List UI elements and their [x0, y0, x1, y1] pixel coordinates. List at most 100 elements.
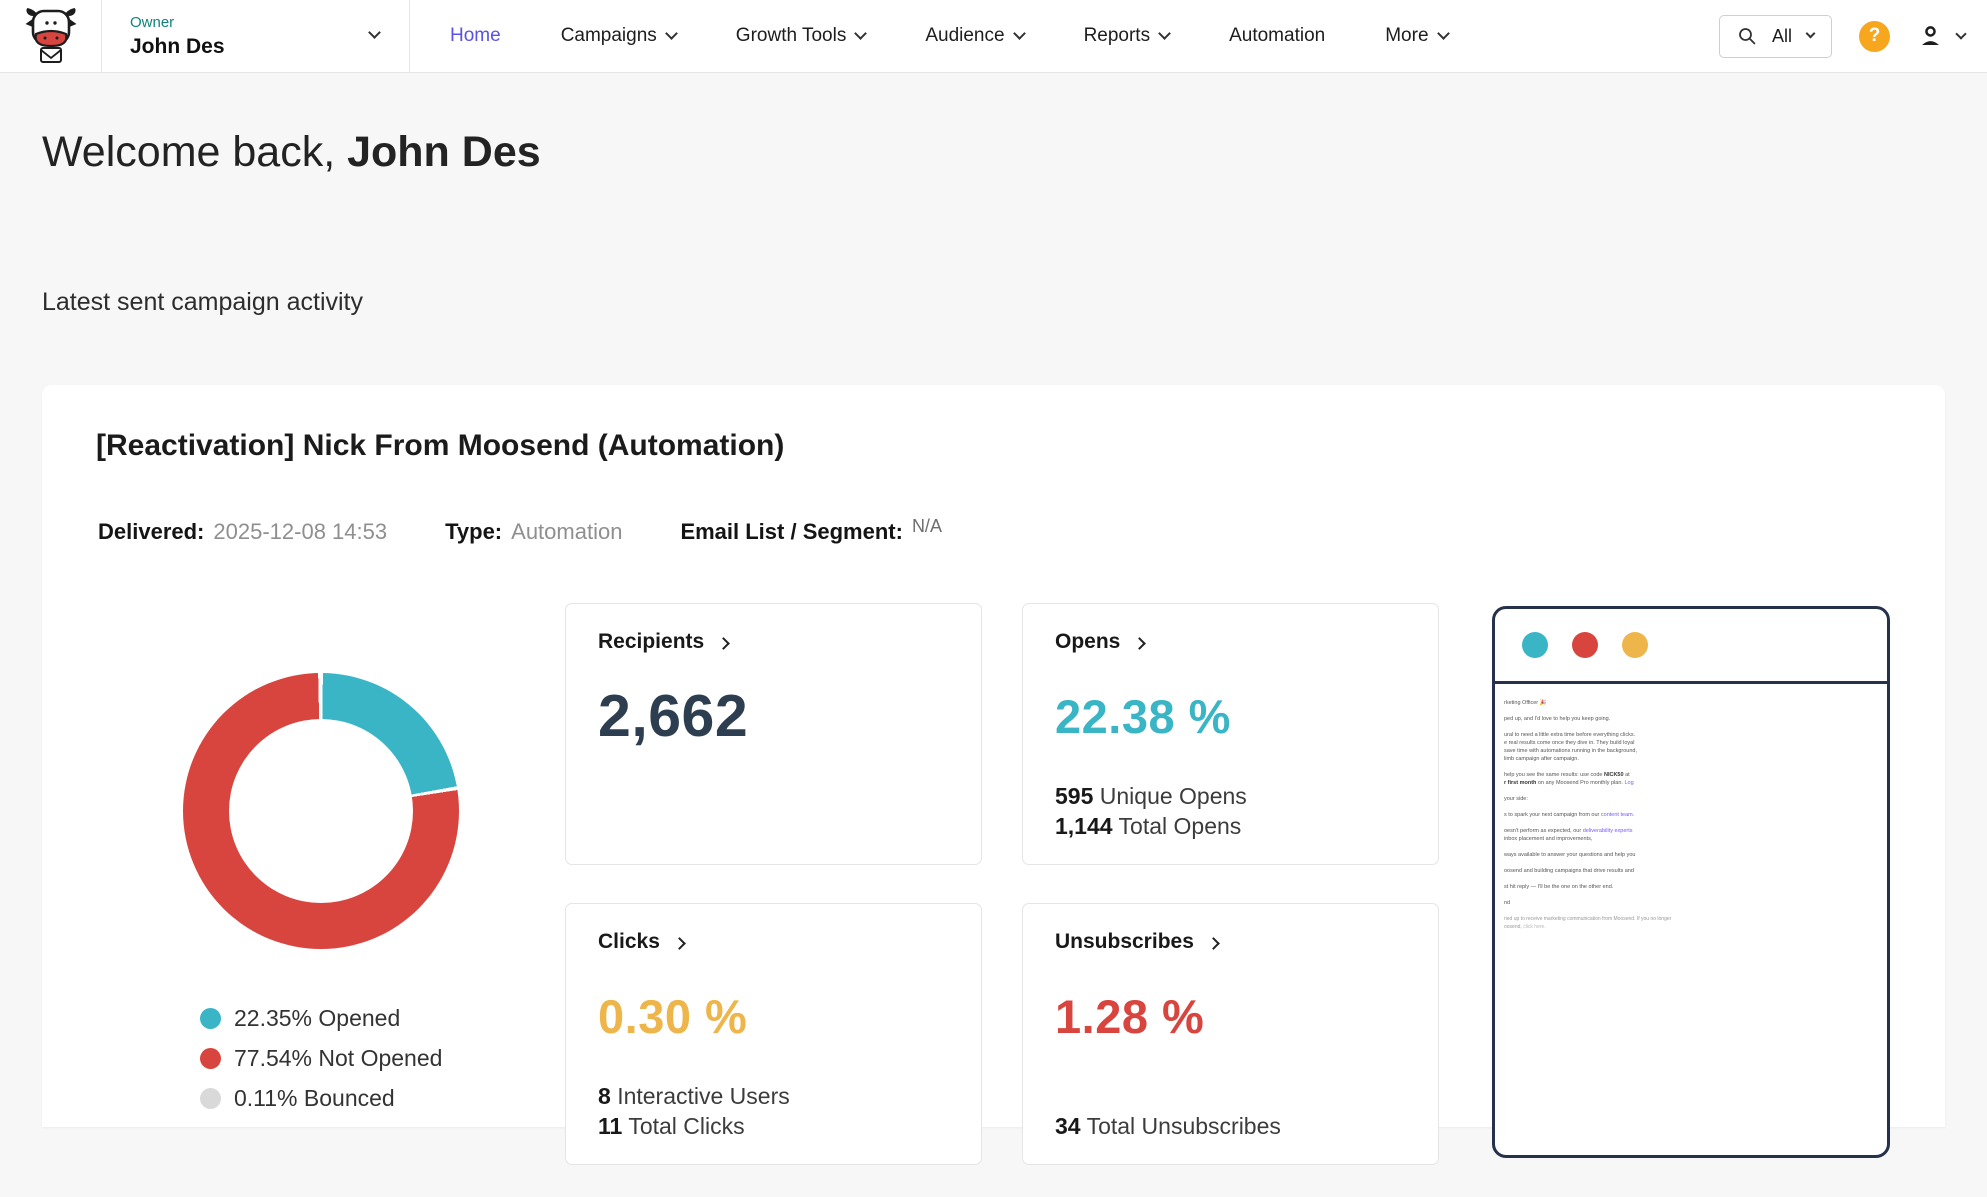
- user-icon: [1917, 23, 1944, 50]
- section-title: Latest sent campaign activity: [42, 287, 1945, 317]
- total-opens: 1,144 Total Opens: [1055, 813, 1406, 840]
- total-clicks: 11 Total Clicks: [598, 1113, 949, 1140]
- chevron-down-icon: [1806, 29, 1816, 39]
- search-scope-dropdown[interactable]: All: [1772, 26, 1792, 47]
- chevron-right-icon: [717, 637, 730, 650]
- unsubscribes-card: Unsubscribes 1.28 % 34 Total Unsubscribe…: [1022, 903, 1439, 1165]
- email-preview-line: [1504, 843, 1887, 851]
- nav-item-home[interactable]: Home: [420, 0, 531, 73]
- email-preview-line: [1504, 787, 1887, 795]
- email-preview-line: [1504, 803, 1887, 811]
- nav-item-label: Campaigns: [561, 25, 657, 47]
- nav-item-label: Automation: [1229, 25, 1325, 47]
- stats-grid: Recipients 2,662 Opens 22.38 % 595 Uniqu…: [565, 603, 1439, 1165]
- legend-dot-icon: [200, 1088, 221, 1109]
- account-menu[interactable]: [1917, 23, 1965, 50]
- chart-legend: 22.35% Opened 77.54% Not Opened 0.11% Boun…: [200, 1005, 442, 1112]
- email-preview-line: oesn't perform as expected, our delivera…: [1504, 827, 1887, 835]
- clicks-sublines: 8 Interactive Users 11 Total Clicks: [598, 1078, 949, 1140]
- owner-role-label: Owner: [130, 14, 225, 31]
- email-preview-thumbnail[interactable]: rketing Officer 🎉ped up, and I'd love to…: [1492, 606, 1890, 1158]
- window-dot-teal-icon: [1522, 632, 1548, 658]
- clicks-link[interactable]: Clicks: [598, 930, 949, 954]
- chevron-down-icon: [1437, 27, 1450, 40]
- window-dot-red-icon: [1572, 632, 1598, 658]
- legend-dot-icon: [200, 1048, 221, 1069]
- moosend-cow-icon: [24, 6, 78, 66]
- welcome-prefix: Welcome back,: [42, 128, 335, 176]
- unsubscribes-sublines: 34 Total Unsubscribes: [1055, 1078, 1406, 1140]
- nav-item-growth-tools[interactable]: Growth Tools: [706, 0, 896, 73]
- recipients-card: Recipients 2,662: [565, 603, 982, 865]
- meta-type: Type:Automation: [445, 519, 622, 545]
- owner-name: John Des: [130, 35, 225, 59]
- email-preview-line: e real results come once they dive in. T…: [1504, 739, 1887, 747]
- legend-item-opened: 22.35% Opened: [200, 1005, 442, 1032]
- email-preview-header: [1495, 609, 1887, 684]
- meta-delivered: Delivered:2025-12-08 14:53: [98, 519, 387, 545]
- chevron-down-icon: [1955, 28, 1966, 39]
- legend-item-bounced: 0.11% Bounced: [200, 1085, 442, 1112]
- account-switcher[interactable]: Owner John Des: [102, 0, 410, 72]
- nav-item-label: More: [1385, 25, 1428, 47]
- recipients-sublines: [598, 778, 949, 840]
- email-preview-line: oosend and building campaigns that drive…: [1504, 867, 1887, 875]
- opens-link[interactable]: Opens: [1055, 630, 1406, 654]
- chevron-right-icon: [1207, 937, 1220, 950]
- nav-item-automation[interactable]: Automation: [1199, 0, 1355, 73]
- opens-rate-value: 22.38 %: [1055, 654, 1406, 778]
- help-button[interactable]: ?: [1859, 21, 1890, 52]
- meta-email-list: Email List / Segment:N/A: [680, 519, 942, 545]
- open-rate-donut-chart: [183, 673, 459, 949]
- legend-label: 77.54% Not Opened: [234, 1045, 442, 1072]
- email-preview-line: inbox placement and improvements,: [1504, 835, 1887, 843]
- unsubscribes-link[interactable]: Unsubscribes: [1055, 930, 1406, 954]
- unique-opens: 595 Unique Opens: [1055, 783, 1406, 810]
- email-preview-line: [1504, 875, 1887, 883]
- page-title: Welcome back, John Des: [42, 127, 1945, 177]
- window-dot-yellow-icon: [1622, 632, 1648, 658]
- search-input[interactable]: All: [1719, 15, 1832, 58]
- legend-item-not-opened: 77.54% Not Opened: [200, 1045, 442, 1072]
- email-preview-line: [1504, 819, 1887, 827]
- email-preview-line: [1504, 707, 1887, 715]
- nav-item-label: Audience: [925, 25, 1004, 47]
- moosend-logo[interactable]: [0, 0, 102, 72]
- email-preview-line: rketing Officer 🎉: [1504, 699, 1887, 707]
- legend-label: 0.11% Bounced: [234, 1085, 395, 1112]
- campaign-meta: Delivered:2025-12-08 14:53 Type:Automati…: [98, 519, 942, 545]
- recipients-link[interactable]: Recipients: [598, 630, 949, 654]
- chevron-down-icon: [854, 27, 867, 40]
- opens-card: Opens 22.38 % 595 Unique Opens 1,144 Tot…: [1022, 603, 1439, 865]
- email-preview-line: save time with automations running in th…: [1504, 747, 1887, 755]
- chevron-down-icon: [1013, 27, 1026, 40]
- legend-label: 22.35% Opened: [234, 1005, 400, 1032]
- email-preview-line: ways available to answer your questions …: [1504, 851, 1887, 859]
- chevron-down-icon: [1158, 27, 1171, 40]
- interactive-users: 8 Interactive Users: [598, 1083, 949, 1110]
- nav-item-audience[interactable]: Audience: [895, 0, 1053, 73]
- email-preview-line: s to spark your next campaign from our c…: [1504, 811, 1887, 819]
- nav-right-cluster: All ?: [1719, 15, 1987, 58]
- nav-item-campaigns[interactable]: Campaigns: [531, 0, 706, 73]
- email-preview-line: limb campaign after campaign.: [1504, 755, 1887, 763]
- email-preview-line: nd: [1504, 899, 1887, 907]
- nav-item-reports[interactable]: Reports: [1054, 0, 1200, 73]
- chevron-right-icon: [1133, 637, 1146, 650]
- recipients-value: 2,662: [598, 654, 949, 778]
- email-preview-line: [1504, 859, 1887, 867]
- email-preview-line: [1504, 891, 1887, 899]
- email-preview-line: oosend, click here.: [1504, 923, 1887, 931]
- chevron-right-icon: [673, 937, 686, 950]
- nav-item-more[interactable]: More: [1355, 0, 1477, 73]
- legend-dot-icon: [200, 1008, 221, 1029]
- email-preview-line: [1504, 763, 1887, 771]
- email-preview-line: st hit reply — I'll be the one on the ot…: [1504, 883, 1887, 891]
- welcome-user-name: John Des: [347, 128, 541, 176]
- opens-sublines: 595 Unique Opens 1,144 Total Opens: [1055, 778, 1406, 840]
- top-navigation-bar: Owner John Des Home Campaigns Growth Tools…: [0, 0, 1987, 73]
- dashboard-content: Welcome back, John Des Latest sent campa…: [0, 127, 1987, 1127]
- donut-hole: [229, 719, 413, 903]
- main-menu: Home Campaigns Growth Tools Audience Reports…: [420, 0, 1478, 73]
- search-icon: [1737, 26, 1757, 46]
